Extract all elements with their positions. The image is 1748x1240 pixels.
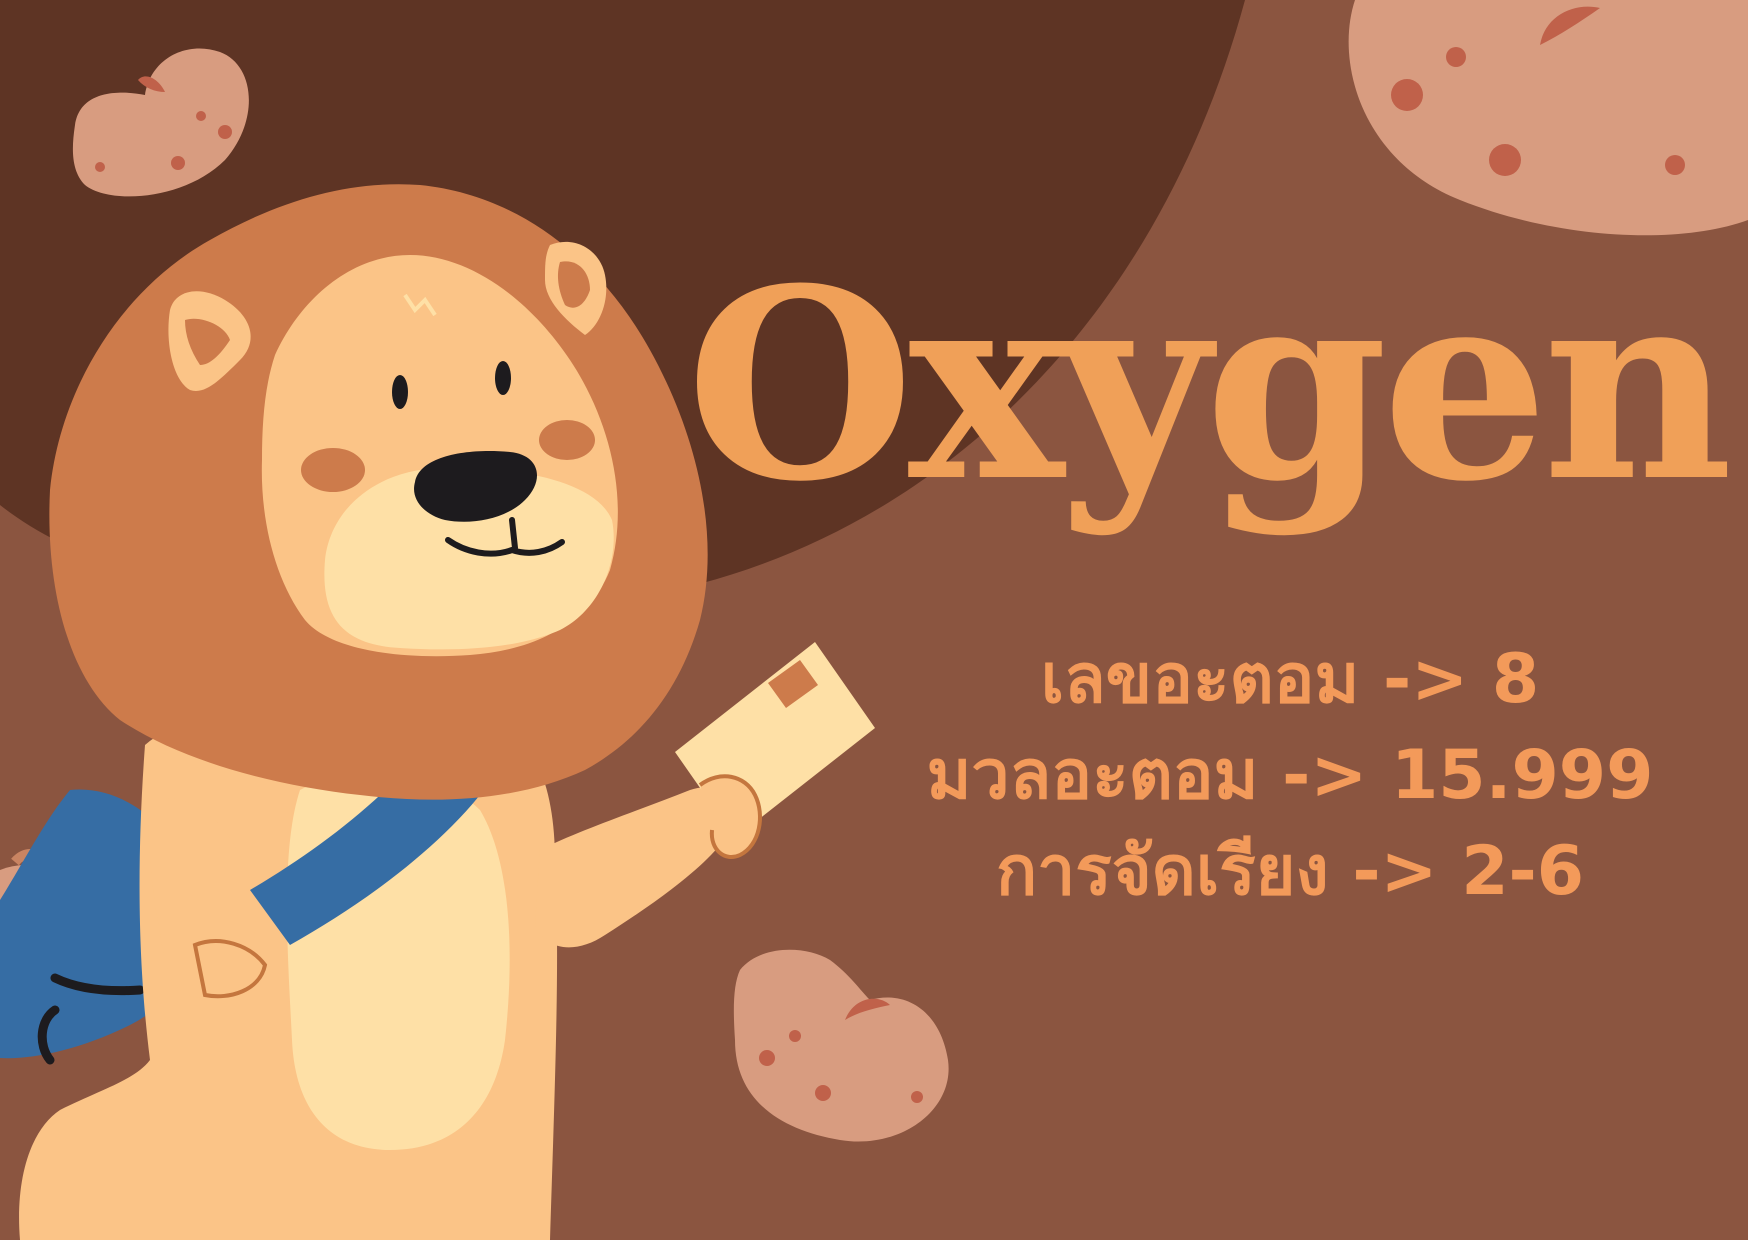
potato-icon [733, 949, 949, 1142]
right-eye [495, 361, 511, 395]
element-title: Oxygen [686, 231, 1733, 539]
left-eye [392, 375, 408, 409]
background-illustration [0, 0, 1748, 1240]
element-facts: เลขอะตอม -> 8 มวลอะตอม -> 15.999 การจัดเ… [880, 632, 1700, 920]
atomic-number-text: เลขอะตอม -> 8 [1040, 640, 1540, 719]
electron-configuration-text: การจัดเรียง -> 2-6 [995, 832, 1585, 911]
poster: Oxygen เลขอะตอม -> 8 มวลอะตอม -> 15.999 … [0, 0, 1748, 1240]
potato-icon [1348, 0, 1748, 236]
atomic-mass-text: มวลอะตอม -> 15.999 [926, 736, 1654, 815]
